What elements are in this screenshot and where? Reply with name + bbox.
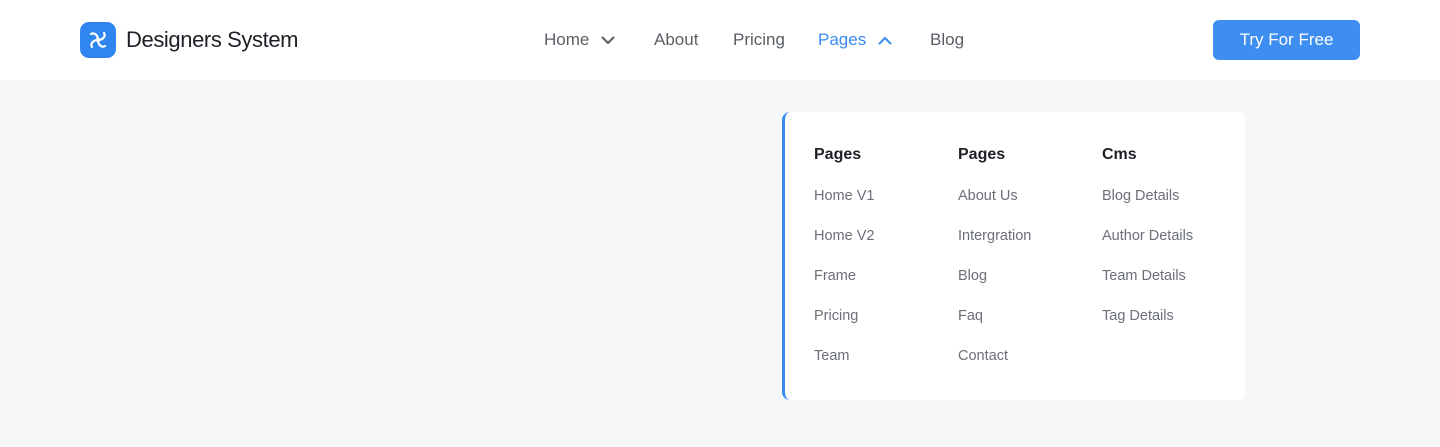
dropdown-link-blog-details[interactable]: Blog Details	[1102, 186, 1193, 226]
dropdown-link-home-v1[interactable]: Home V1	[814, 186, 874, 226]
column-heading: Cms	[1102, 146, 1137, 163]
dropdown-link-intergration[interactable]: Intergration	[958, 226, 1031, 266]
dropdown-link-blog[interactable]: Blog	[958, 266, 1031, 306]
chevron-up-icon	[878, 36, 892, 45]
dropdown-link-tag-details[interactable]: Tag Details	[1102, 306, 1193, 346]
dropdown-link-author-details[interactable]: Author Details	[1102, 226, 1193, 266]
nav-item-blog[interactable]: Blog	[930, 28, 964, 52]
dropdown-link-about-us[interactable]: About Us	[958, 186, 1031, 226]
chevron-down-icon	[601, 36, 615, 45]
column-heading: Pages	[958, 146, 1006, 163]
try-for-free-button[interactable]: Try For Free	[1213, 20, 1360, 60]
pages-dropdown-menu: Pages Home V1 Home V2 Frame Pricing Team…	[782, 112, 1245, 400]
nav-item-label: Pages	[818, 30, 867, 49]
dropdown-column-pages: Pages Home V1 Home V2 Frame Pricing Team	[814, 146, 874, 386]
dropdown-link-faq[interactable]: Faq	[958, 306, 1031, 346]
nav-item-pricing[interactable]: Pricing	[733, 28, 785, 52]
column-heading: Pages	[814, 146, 862, 163]
dropdown-column-pages-2: Pages About Us Intergration Blog Faq Con…	[958, 146, 1031, 386]
nav-item-label: Pricing	[733, 30, 785, 49]
dropdown-link-home-v2[interactable]: Home V2	[814, 226, 874, 266]
nav-item-about[interactable]: About	[654, 28, 698, 52]
dropdown-link-team[interactable]: Team	[814, 346, 874, 386]
dropdown-link-pricing[interactable]: Pricing	[814, 306, 874, 346]
dropdown-link-frame[interactable]: Frame	[814, 266, 874, 306]
nav-item-label: Blog	[930, 30, 965, 49]
dropdown-column-cms: Cms Blog Details Author Details Team Det…	[1102, 146, 1193, 346]
nav-item-pages[interactable]: Pages	[818, 28, 892, 52]
nav-item-home[interactable]: Home	[544, 28, 615, 52]
nav-item-label: Home	[544, 30, 590, 49]
nav-item-label: About	[654, 30, 699, 49]
site-header: Designers System Home About Pricing Page…	[0, 0, 1440, 80]
dropdown-link-team-details[interactable]: Team Details	[1102, 266, 1193, 306]
dropdown-link-contact[interactable]: Contact	[958, 346, 1031, 386]
